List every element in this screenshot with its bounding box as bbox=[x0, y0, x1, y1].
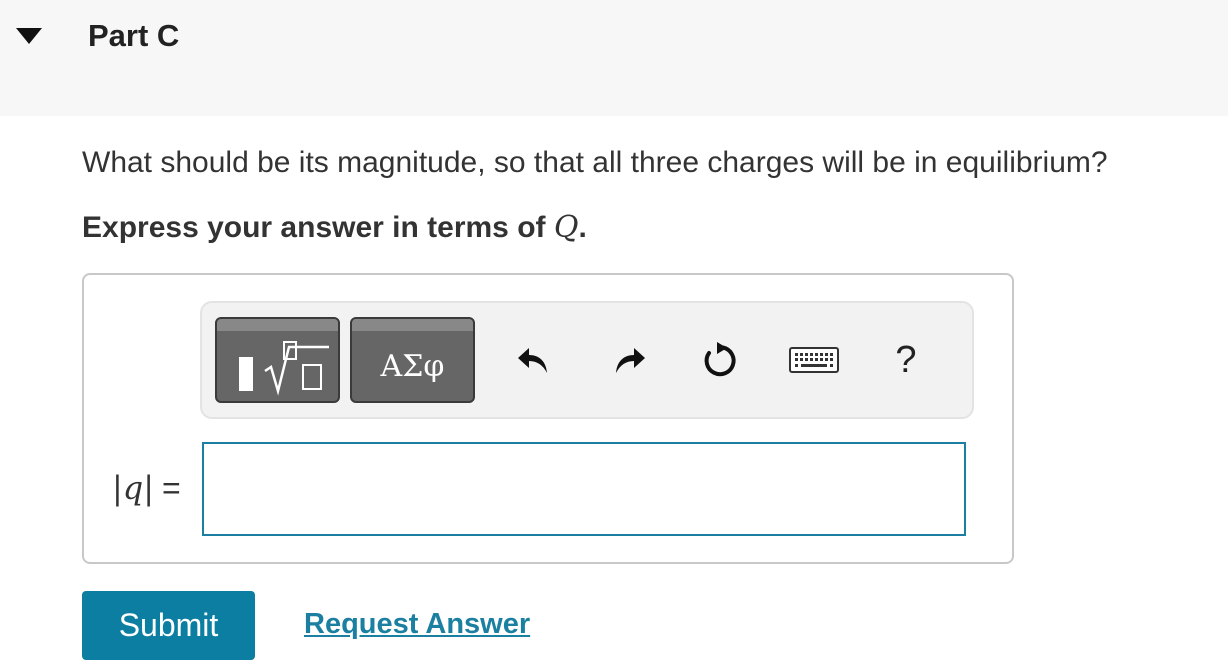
instruction-suffix: . bbox=[578, 211, 587, 244]
symbols-button-label: ΑΣφ bbox=[380, 349, 445, 384]
instruction-variable: Q bbox=[553, 210, 579, 245]
equals-sign: = bbox=[162, 470, 181, 506]
instruction-prefix: Express your answer in terms of bbox=[82, 211, 554, 244]
reset-icon bbox=[704, 342, 736, 377]
help-button[interactable]: ? bbox=[876, 330, 936, 390]
keyboard-icon bbox=[789, 347, 839, 373]
answer-variable-label: |q| bbox=[112, 469, 155, 507]
templates-button[interactable] bbox=[215, 317, 340, 403]
undo-icon bbox=[518, 348, 547, 373]
redo-button[interactable] bbox=[600, 330, 660, 390]
keyboard-button[interactable] bbox=[784, 330, 844, 390]
symbols-button[interactable]: ΑΣφ bbox=[350, 317, 475, 403]
submit-button[interactable]: Submit bbox=[82, 591, 255, 660]
request-answer-link[interactable]: Request Answer bbox=[304, 606, 530, 642]
redo-icon bbox=[616, 348, 645, 373]
templates-radical-icon bbox=[239, 341, 329, 396]
undo-button[interactable] bbox=[503, 330, 563, 390]
collapse-triangle-icon[interactable] bbox=[14, 26, 44, 46]
reset-button[interactable] bbox=[690, 330, 750, 390]
part-header bbox=[0, 0, 1228, 116]
instruction-text: Express your answer in terms of Q. bbox=[82, 208, 587, 248]
question-text: What should be its magnitude, so that al… bbox=[82, 146, 1108, 179]
answer-input[interactable] bbox=[202, 442, 966, 536]
part-title: Part C bbox=[88, 18, 180, 53]
help-icon: ? bbox=[895, 339, 917, 381]
